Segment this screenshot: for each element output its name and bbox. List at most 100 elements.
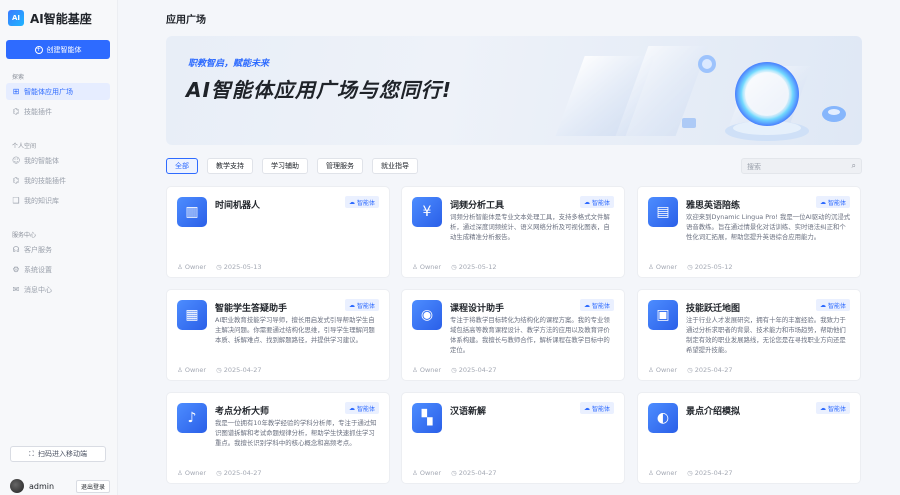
agent-card-description: 欢迎来到Dynamic Lingua Pro! 我是一位AI驱动的沉浸式语音教练… xyxy=(686,213,851,241)
banner-title: AI智能体应用广场与您同行! xyxy=(186,78,453,102)
cloud-icon: ☁ xyxy=(819,404,826,412)
agent-date: 2025-04-27 xyxy=(694,366,733,374)
avatar[interactable] xyxy=(10,479,24,493)
gear-icon: ⚙ xyxy=(12,264,20,274)
agent-card[interactable]: ◉ 课程设计助手 ☁ 智能体 专注于将教学目标转化为结构化的课程方案。我的专业领域包括高… xyxy=(401,289,625,381)
agent-owner: Owner xyxy=(419,366,442,374)
agent-card-name: 汉语新解 xyxy=(450,407,487,417)
brand[interactable]: AI AI智能基座 xyxy=(8,8,92,28)
clock-icon: ◷ xyxy=(216,469,222,477)
clock-icon: ◷ xyxy=(687,366,693,374)
agent-card-meta: ♙ Owner ◷ 2025-05-12 xyxy=(648,263,733,271)
create-agent-button[interactable]: + 创建智能体 xyxy=(6,40,110,59)
agent-card[interactable]: ¥ 词频分析工具 ☁ 智能体 词频分析智能体是专业文本处理工具，支持多格式文件解析，通过… xyxy=(401,186,625,278)
sidebar-item-customer-service[interactable]: ☊ 客户服务 xyxy=(6,241,110,258)
lock-icon: ▣ xyxy=(648,300,678,330)
logout-button[interactable]: 退出登录 xyxy=(75,479,110,493)
bell-icon: ♪ xyxy=(177,403,207,433)
sidebar-item-label: 我的智能体 xyxy=(24,156,59,165)
agent-card[interactable]: ▦ 智能学生答疑助手 ☁ 智能体 AI职业教育技能学习导师，擅长用启发式引导帮助学生自主… xyxy=(166,289,390,381)
agent-type-label: 智能体 xyxy=(827,199,846,207)
yen-icon: ¥ xyxy=(412,197,442,227)
tab-management[interactable]: 管理服务 xyxy=(317,158,363,174)
clock-icon: ◷ xyxy=(687,469,693,477)
user-icon: ♙ xyxy=(177,469,183,477)
agent-card-description: 我是一位拥有10年教学经验的学科分析师，专注于通过知识图谱拆解和考试命题规律分析… xyxy=(215,419,377,447)
banner-illustration xyxy=(555,46,846,141)
user-icon: ♙ xyxy=(177,366,183,374)
cloud-icon: ☁ xyxy=(819,198,826,206)
agent-card[interactable]: ♪ 考点分析大师 ☁ 智能体 我是一位拥有10年教学经验的学科分析师，专注于通过知识图谱… xyxy=(166,392,390,484)
agent-date: 2025-05-12 xyxy=(694,263,733,271)
agent-date: 2025-05-13 xyxy=(223,263,262,271)
sidebar: AI AI智能基座 + 创建智能体 探索 ⊞ 智能体应用广场 ⌬ 技能插件 个人… xyxy=(0,0,118,495)
agent-card-description: AI职业教育技能学习导师，擅长用启发式引导帮助学生自主解决问题。你需要通过结构化… xyxy=(215,316,375,344)
sidebar-item-label: 系统设置 xyxy=(24,265,52,274)
sidebar-item-messages[interactable]: ✉ 消息中心 xyxy=(6,281,110,298)
agent-owner: Owner xyxy=(184,366,207,374)
search-box: ⌕ xyxy=(741,158,862,174)
agent-card-meta: ♙ Owner ◷ 2025-05-12 xyxy=(412,263,497,271)
agent-date: 2025-04-27 xyxy=(458,366,497,374)
agent-card[interactable]: ▥ 时间机器人 ☁ 智能体 ♙ Owner ◷ 2025-05-13 xyxy=(166,186,390,278)
sidebar-item-my-plugins[interactable]: ⌬ 我的技能插件 xyxy=(6,172,110,189)
tab-all[interactable]: 全部 xyxy=(166,158,198,174)
sidebar-item-label: 我的技能插件 xyxy=(24,176,66,185)
user-icon: ♙ xyxy=(177,263,183,271)
agent-card[interactable]: ▣ 技能跃迁地图 ☁ 智能体 注于行业人才发展研究，拥有十年的丰富经验。我致力于通过分析… xyxy=(637,289,861,381)
nav-section-personal: 个人空间 xyxy=(12,143,37,150)
sidebar-item-skill-plugins[interactable]: ⌬ 技能插件 xyxy=(6,103,110,120)
agent-owner: Owner xyxy=(419,469,442,477)
agent-owner: Owner xyxy=(184,469,207,477)
clock-icon: ◷ xyxy=(216,263,222,271)
nav-section-explore: 探索 xyxy=(12,74,25,81)
agent-card-description: 注于行业人才发展研究，拥有十年的丰富经验。我致力于通过分析求职者的背景、技术能力… xyxy=(686,316,846,354)
user-icon: ♙ xyxy=(648,263,654,271)
scan-mobile-button[interactable]: ⛶ 扫码进入移动端 xyxy=(10,446,106,462)
grid-icon: ⊞ xyxy=(12,86,20,96)
nav-section-service: 服务中心 xyxy=(12,232,37,239)
agent-owner: Owner xyxy=(655,366,678,374)
agent-type-label: 智能体 xyxy=(827,302,846,310)
agent-card-meta: ♙ Owner ◷ 2025-04-27 xyxy=(412,469,497,477)
qr-scan-icon: ⛶ xyxy=(29,449,34,458)
user-icon: ♙ xyxy=(648,469,654,477)
sidebar-item-label: 客户服务 xyxy=(24,245,52,254)
document-icon: ▤ xyxy=(648,197,678,227)
agent-card-meta: ♙ Owner ◷ 2025-04-27 xyxy=(648,366,733,374)
sidebar-item-settings[interactable]: ⚙ 系统设置 xyxy=(6,261,110,278)
agent-owner: Owner xyxy=(655,469,678,477)
agent-card-description: 专注于将教学目标转化为结构化的课程方案。我的专业领域包括高等教育课程设计、教学方… xyxy=(450,316,610,354)
agent-type-label: 智能体 xyxy=(591,405,610,413)
user-icon: ♙ xyxy=(648,366,654,374)
search-input[interactable] xyxy=(747,161,847,172)
bot-icon: ☺ xyxy=(12,155,21,165)
user-icon: ♙ xyxy=(412,366,418,374)
tab-teaching-support[interactable]: 教学支持 xyxy=(207,158,253,174)
location-icon: ◉ xyxy=(412,300,442,330)
robot-icon: ▥ xyxy=(177,197,207,227)
cloud-icon: ☁ xyxy=(583,198,590,206)
agent-card[interactable]: ◐ 景点介绍模拟 ☁ 智能体 ♙ Owner ◷ 2025-04-27 xyxy=(637,392,861,484)
calendar-icon: ▦ xyxy=(177,300,207,330)
agent-date: 2025-05-12 xyxy=(458,263,497,271)
cloud-icon: ☁ xyxy=(819,301,826,309)
search-icon[interactable]: ⌕ xyxy=(852,162,856,170)
book-icon: ❑ xyxy=(12,195,20,205)
sidebar-item-agent-square[interactable]: ⊞ 智能体应用广场 xyxy=(6,83,110,100)
tab-learning-aid[interactable]: 学习辅助 xyxy=(262,158,308,174)
tab-career[interactable]: 就业指导 xyxy=(372,158,418,174)
plugin-icon: ⌬ xyxy=(12,175,20,185)
banner: 职教智启，赋能未来 AI智能体应用广场与您同行! xyxy=(166,36,862,145)
sidebar-item-my-knowledge[interactable]: ❑ 我的知识库 xyxy=(6,192,110,209)
agent-type-badge: ☁ 智能体 xyxy=(579,299,614,311)
sidebar-item-my-agents[interactable]: ☺ 我的智能体 xyxy=(6,152,110,169)
agent-type-badge: ☁ 智能体 xyxy=(815,196,850,208)
agent-card-name: 考点分析大师 xyxy=(215,407,270,417)
agent-type-label: 智能体 xyxy=(356,405,375,413)
agent-date: 2025-04-27 xyxy=(694,469,733,477)
agent-card[interactable]: ▤ 雅思英语陪练 ☁ 智能体 欢迎来到Dynamic Lingua Pro! 我是一位A… xyxy=(637,186,861,278)
agent-card[interactable]: ▚ 汉语新解 ☁ 智能体 ♙ Owner ◷ 2025-04-27 xyxy=(401,392,625,484)
agent-owner: Owner xyxy=(419,263,442,271)
agent-card-description: 词频分析智能体是专业文本处理工具，支持多格式文件解析，通过深度词频统计、语义网络… xyxy=(450,213,610,241)
